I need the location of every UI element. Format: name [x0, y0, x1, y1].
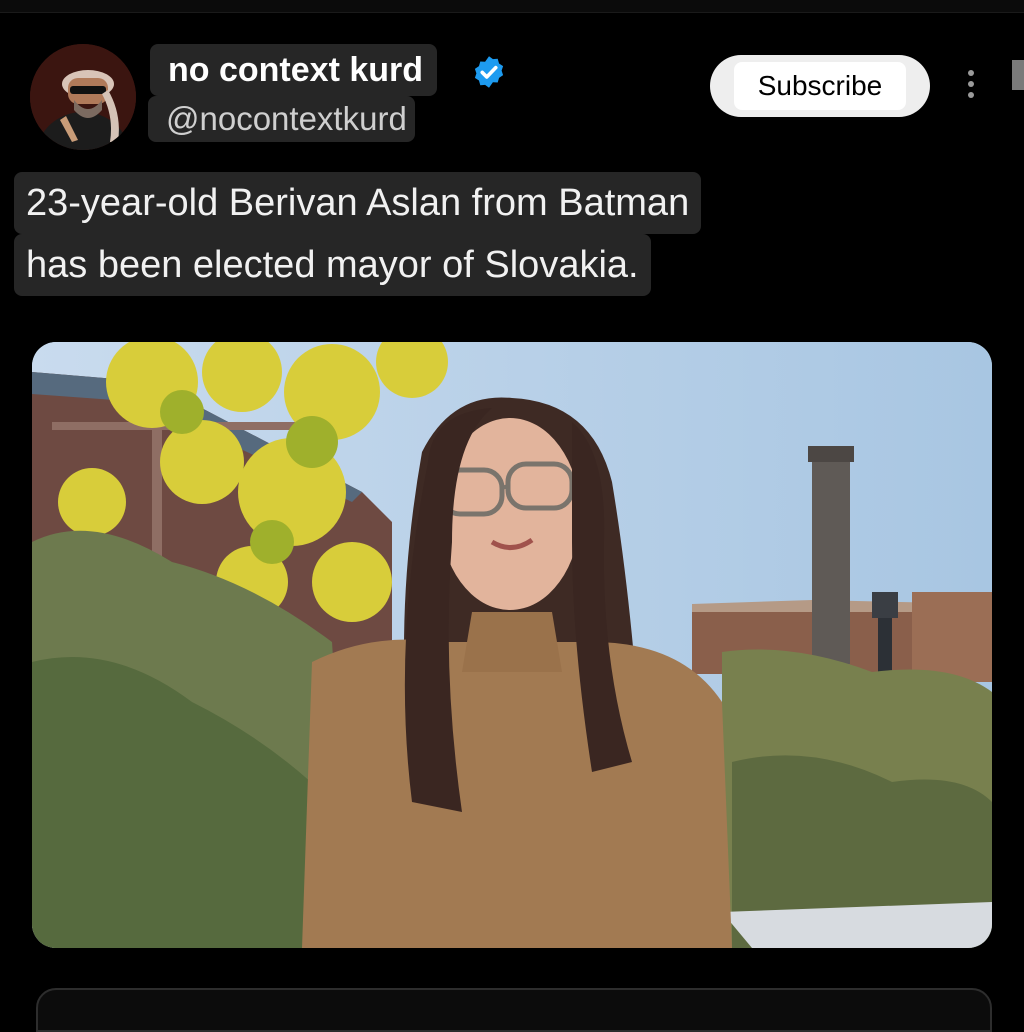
post-text-line-1: 23-year-old Berivan Aslan from Batman: [14, 172, 702, 234]
next-card-edge: [36, 988, 992, 1032]
subscribe-button[interactable]: Subscribe: [710, 55, 930, 117]
post-text-line-2: has been elected mayor of Slovakia.: [14, 234, 651, 296]
subscribe-label: Subscribe: [734, 62, 906, 110]
top-edge: [0, 0, 1024, 13]
more-vertical-icon[interactable]: [956, 66, 986, 106]
scrollbar-thumb[interactable]: [1012, 60, 1024, 90]
author-avatar[interactable]: [30, 44, 136, 150]
avatar-photo-icon: [30, 44, 136, 150]
photo-woman-outdoors: [32, 342, 992, 948]
verified-badge-icon: [474, 56, 504, 88]
author-handle[interactable]: @nocontextkurd: [148, 96, 415, 142]
author-display-name[interactable]: no context kurd: [150, 44, 438, 96]
post-photo[interactable]: [32, 342, 992, 948]
